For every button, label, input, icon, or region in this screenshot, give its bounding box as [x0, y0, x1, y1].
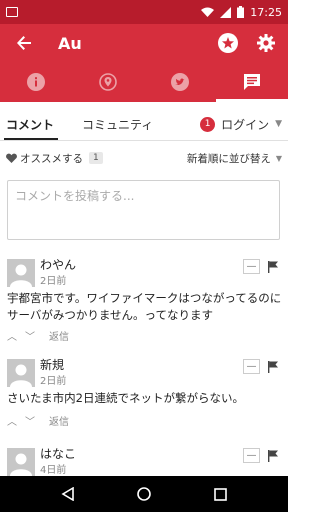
comment-time: 2日前: [40, 376, 67, 387]
upvote-icon[interactable]: ︿: [7, 413, 17, 428]
collapse-button[interactable]: —: [243, 359, 260, 374]
downvote-icon[interactable]: ﹀: [25, 413, 35, 428]
comment-body: さいたま市内2日連続でネットが繋がらない。: [7, 391, 244, 405]
sort-dropdown[interactable]: 新着順に並び替え ▼: [187, 151, 282, 166]
comment-body: 宇都宮市です。ワイファイマークはつながってるのにサーバがみつかりません。ってなり…: [7, 291, 282, 322]
twitter-icon: [171, 73, 189, 91]
flag-icon[interactable]: [268, 260, 278, 273]
signal-icon: [220, 6, 232, 18]
tab-bar: [0, 62, 288, 102]
chevron-down-icon: ▼: [275, 119, 282, 129]
avatar[interactable]: [7, 448, 35, 476]
reply-link[interactable]: 返信: [49, 413, 69, 428]
back-nav-icon[interactable]: [61, 487, 75, 501]
sort-label: 新着順に並び替え: [186, 152, 271, 165]
comment-icon: [244, 74, 260, 90]
comment-input[interactable]: コメントを投稿する...: [7, 180, 280, 240]
back-button[interactable]: [6, 24, 42, 62]
page-title: Au: [58, 33, 82, 53]
home-nav-icon[interactable]: [137, 487, 152, 501]
upvote-icon[interactable]: ︿: [7, 328, 17, 343]
chevron-down-icon: ▼: [275, 153, 282, 163]
recommend-count: 1: [89, 152, 103, 164]
battery-icon: [237, 6, 245, 18]
recommend-label[interactable]: オススメする: [20, 151, 83, 166]
comment-author[interactable]: 新規: [40, 356, 64, 373]
wifi-icon: [201, 7, 215, 17]
gear-icon: [257, 34, 275, 52]
tab-comment-label: コメント: [6, 117, 55, 132]
comment-time: 4日前: [40, 465, 67, 476]
avatar[interactable]: [7, 259, 35, 287]
tab-comments[interactable]: [216, 62, 288, 102]
reply-link[interactable]: 返信: [49, 328, 69, 343]
tab-location[interactable]: [72, 62, 144, 102]
flag-icon[interactable]: [268, 360, 278, 373]
tab-info[interactable]: [0, 62, 72, 102]
gallery-notification-icon: [6, 7, 18, 17]
heart-icon[interactable]: [6, 153, 17, 163]
tab-community[interactable]: コミュニティ: [76, 110, 159, 138]
comment-input-placeholder: コメントを投稿する...: [15, 189, 135, 203]
info-icon: [27, 73, 45, 91]
location-pin-icon: [99, 73, 117, 91]
notification-badge: 1: [200, 116, 216, 132]
flag-icon[interactable]: [268, 449, 278, 462]
recents-nav-icon[interactable]: [214, 487, 227, 501]
star-circle-icon: [218, 33, 238, 53]
comment-subnav: コメント コミュニティ 1 ログイン ▼: [0, 110, 288, 140]
downvote-icon[interactable]: ﹀: [25, 328, 35, 343]
tab-community-label: コミュニティ: [82, 117, 154, 132]
back-arrow-icon: [17, 36, 31, 50]
login-label: ログイン: [221, 117, 270, 132]
comment-time: 2日前: [40, 276, 67, 287]
comment-author[interactable]: はなこ: [40, 445, 76, 462]
divider: [0, 140, 288, 141]
collapse-button[interactable]: —: [243, 448, 260, 463]
tab-comment[interactable]: コメント: [0, 110, 60, 140]
status-bar: 17:25: [0, 0, 288, 24]
app-bar: Au: [0, 24, 288, 62]
filter-row: オススメする 1 新着順に並び替え ▼: [0, 148, 288, 168]
system-nav-bar: [0, 476, 288, 512]
favorite-button[interactable]: [212, 27, 244, 59]
settings-button[interactable]: [250, 27, 282, 59]
status-time: 17:25: [250, 5, 282, 19]
collapse-button[interactable]: —: [243, 259, 260, 274]
login-button[interactable]: 1 ログイン ▼: [200, 116, 288, 133]
tab-twitter[interactable]: [144, 62, 216, 102]
avatar[interactable]: [7, 359, 35, 387]
comment-author[interactable]: わやん: [40, 256, 76, 273]
